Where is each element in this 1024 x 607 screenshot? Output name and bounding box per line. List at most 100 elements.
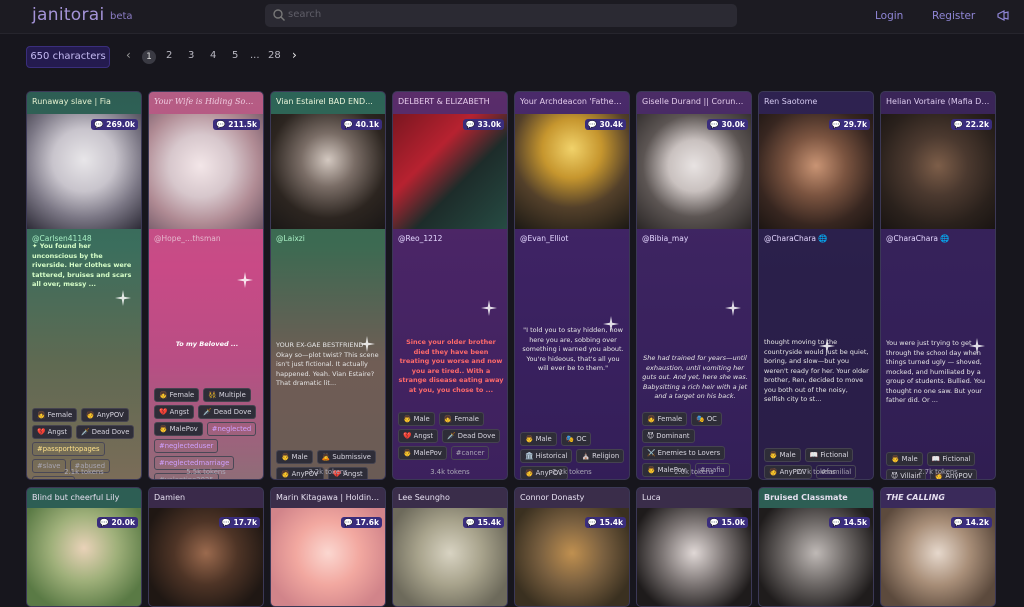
tag-chip[interactable]: 👨 Male bbox=[886, 452, 923, 466]
tag-chip[interactable]: #passporttopages bbox=[32, 442, 105, 456]
tag-chip[interactable]: 🗡️ Dead Dove bbox=[198, 405, 257, 419]
message-count-badge: 💬 40.1k bbox=[340, 119, 382, 130]
character-image[interactable] bbox=[881, 114, 995, 229]
tag-chip[interactable]: #cancer bbox=[450, 446, 490, 460]
token-count: 2.0k tokens bbox=[674, 468, 714, 476]
character-card[interactable]: Blind but cheerful Lily 💬 20.0k bbox=[26, 487, 142, 607]
tag-chip[interactable]: 💔 Angst bbox=[32, 425, 73, 439]
tag-chip[interactable]: #tortured bbox=[32, 476, 76, 479]
character-image[interactable] bbox=[637, 114, 751, 229]
page-4[interactable]: 4 bbox=[210, 50, 216, 61]
character-image[interactable] bbox=[27, 114, 141, 229]
tag-chip[interactable]: 💔 Angst bbox=[154, 405, 195, 419]
card-title: Your Wife is Hiding Somet... bbox=[154, 97, 263, 106]
character-card[interactable]: Your Archdeacon 'Father'... 💬 30.4k @Evan_… bbox=[514, 91, 630, 480]
tag-chip[interactable]: ⛪ Religion bbox=[576, 449, 625, 463]
tag-chip[interactable]: 👯 Multiple bbox=[203, 388, 251, 402]
card-description: "I told you to stay hidden, now here you… bbox=[522, 326, 624, 372]
character-card[interactable]: Giselle Durand || Corund... 💬 30.0k @Bibia… bbox=[636, 91, 752, 480]
creator-name[interactable]: @Reo_1212 bbox=[398, 234, 442, 243]
creator-name[interactable]: @Bibia_may bbox=[642, 234, 688, 243]
search-placeholder: search bbox=[288, 9, 322, 20]
login-link[interactable]: Login bbox=[875, 10, 903, 22]
card-title: Helian Vortaire (Mafia Dad) bbox=[886, 97, 995, 106]
character-card[interactable]: Luca 💬 15.0k bbox=[636, 487, 752, 607]
tag-chip[interactable]: 🎭 OC bbox=[560, 432, 592, 446]
next-page-icon[interactable]: › bbox=[292, 48, 297, 62]
tag-chip[interactable]: 👨 MalePov bbox=[154, 422, 203, 436]
card-description: To my Beloved ... bbox=[175, 340, 239, 348]
sparkle-icon bbox=[481, 300, 497, 316]
announcement-icon[interactable] bbox=[996, 9, 1010, 23]
creator-name[interactable]: @CharaChara 🌐 bbox=[764, 234, 828, 243]
tag-chip[interactable]: 👨 MalePov bbox=[398, 446, 447, 460]
tag-chip[interactable]: 🗡️ Dead Dove bbox=[442, 429, 501, 443]
character-card[interactable]: Bruised Classmate 💬 14.5k bbox=[758, 487, 874, 607]
character-card[interactable]: Helian Vortaire (Mafia Dad) 💬 22.2k @Chara… bbox=[880, 91, 996, 480]
card-title: Connor Donasty bbox=[520, 493, 585, 502]
character-card[interactable]: Damien 💬 17.7k bbox=[148, 487, 264, 607]
token-count: 2.7k tokens bbox=[796, 468, 836, 476]
tag-chip[interactable]: 🏛️ Historical bbox=[520, 449, 573, 463]
character-card[interactable]: DELBERT & ELIZABETH 💬 33.0k @Reo_1212 Since… bbox=[392, 91, 508, 480]
character-card[interactable]: Marin Kitagawa | Holding ... 💬 17.6k bbox=[270, 487, 386, 607]
creator-name[interactable]: @Laixzi bbox=[276, 234, 305, 243]
character-card[interactable]: Your Wife is Hiding Somet... 💬 211.5k @Hop… bbox=[148, 91, 264, 480]
page-28[interactable]: 28 bbox=[268, 50, 281, 61]
tag-chip[interactable]: 😈 Dominant bbox=[642, 429, 695, 443]
tag-chip[interactable]: 👧 Female bbox=[642, 412, 688, 426]
tag-chip[interactable]: 📖 Fictional bbox=[926, 452, 976, 466]
sparkle-icon bbox=[115, 290, 131, 306]
message-count-badge: 💬 15.0k bbox=[706, 517, 748, 528]
page-5[interactable]: 5 bbox=[232, 50, 238, 61]
character-card[interactable]: Ren Saotome 💬 29.7k @CharaChara 🌐 thought m… bbox=[758, 91, 874, 480]
character-image[interactable] bbox=[393, 114, 507, 229]
register-link[interactable]: Register bbox=[932, 10, 975, 22]
creator-name[interactable]: @Hope_…thsman bbox=[154, 234, 221, 243]
character-image[interactable] bbox=[271, 114, 385, 229]
tag-chip[interactable]: 👧 Female bbox=[32, 408, 78, 422]
message-count-badge: 💬 30.4k bbox=[584, 119, 626, 130]
character-card[interactable]: Lee Seungho 💬 15.4k bbox=[392, 487, 508, 607]
sparkle-icon bbox=[237, 272, 253, 288]
card-description: She had trained for years—until exhausti… bbox=[642, 354, 748, 400]
tag-chip[interactable]: 👨 Male bbox=[764, 448, 801, 462]
tag-chip[interactable]: #neglecteduser bbox=[154, 439, 219, 453]
card-title: Giselle Durand || Corund... bbox=[642, 97, 749, 106]
card-description: Since your older brother died they have … bbox=[398, 338, 504, 394]
tag-chip[interactable]: 👨 Male bbox=[276, 450, 313, 464]
logo[interactable]: janitorai bbox=[32, 5, 105, 25]
message-count-badge: 💬 30.0k bbox=[706, 119, 748, 130]
character-card[interactable]: THE CALLING 💬 14.2k bbox=[880, 487, 996, 607]
tag-chip[interactable]: 🧑 AnyPOV bbox=[81, 408, 129, 422]
character-image[interactable] bbox=[149, 114, 263, 229]
prev-page-icon[interactable]: ‹ bbox=[126, 48, 131, 62]
tag-chip[interactable]: 🗡️ Dead Dove bbox=[76, 425, 135, 439]
card-title: Marin Kitagawa | Holding ... bbox=[276, 493, 385, 502]
creator-name[interactable]: @CharaChara 🌐 bbox=[886, 234, 950, 243]
tag-chip[interactable]: 🎭 OC bbox=[691, 412, 722, 426]
tag-chip[interactable]: 🙇 Submissive bbox=[316, 450, 376, 464]
character-image[interactable] bbox=[759, 114, 873, 229]
message-count-badge: 💬 22.2k bbox=[950, 119, 992, 130]
search-icon bbox=[273, 9, 285, 21]
tag-chip[interactable]: 👨 Male bbox=[398, 412, 435, 426]
character-image[interactable] bbox=[515, 114, 629, 229]
character-card[interactable]: Runaway slave | Fia 💬 269.0k @Carlsen41148… bbox=[26, 91, 142, 480]
page-1[interactable]: 1 bbox=[142, 50, 156, 64]
tag-chip[interactable]: ⚔️ Enemies to Lovers bbox=[642, 446, 726, 460]
tag-chip[interactable]: #neglected bbox=[206, 422, 257, 436]
character-card[interactable]: Connor Donasty 💬 15.4k bbox=[514, 487, 630, 607]
tag-chip[interactable]: 👨 Male bbox=[520, 432, 557, 446]
page-2[interactable]: 2 bbox=[166, 50, 172, 61]
message-count-badge: 💬 14.2k bbox=[950, 517, 992, 528]
tag-chip[interactable]: 👧 Female bbox=[438, 412, 484, 426]
message-count-badge: 💬 33.0k bbox=[462, 119, 504, 130]
tag-chip[interactable]: 👧 Female bbox=[154, 388, 200, 402]
tag-chip[interactable]: 📖 Fictional bbox=[804, 448, 854, 462]
page-3[interactable]: 3 bbox=[188, 50, 194, 61]
search-input[interactable]: search bbox=[265, 4, 737, 27]
creator-name[interactable]: @Evan_Elliot bbox=[520, 234, 568, 243]
tag-chip[interactable]: 💔 Angst bbox=[398, 429, 439, 443]
character-card[interactable]: Vian Estairel BAD END... 💬 40.1k @Laixzi YO… bbox=[270, 91, 386, 480]
